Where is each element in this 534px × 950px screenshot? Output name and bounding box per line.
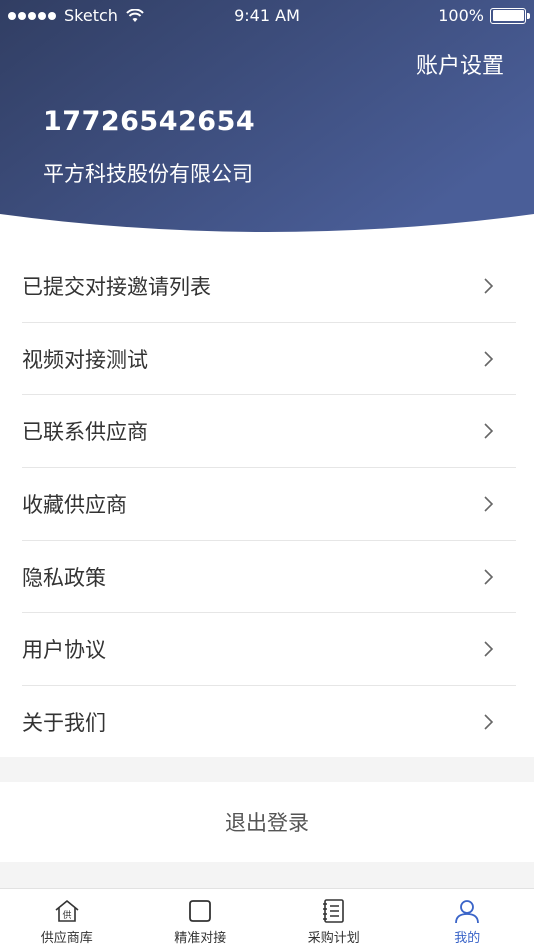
- menu-item-privacy-policy[interactable]: 隐私政策: [22, 541, 516, 614]
- status-bar: Sketch 9:41 AM 100%: [0, 0, 534, 32]
- tab-label: 供应商库: [40, 931, 93, 946]
- chevron-right-icon: [484, 423, 494, 439]
- section-gap: [0, 862, 534, 888]
- tab-mine[interactable]: 我的: [401, 889, 534, 950]
- menu-item-label: 视频对接测试: [22, 347, 148, 372]
- menu-item-label: 收藏供应商: [22, 492, 127, 517]
- settings-menu: 已提交对接邀请列表 视频对接测试 已联系供应商 收藏供应商 隐私政策 用户协议 …: [0, 250, 534, 759]
- battery-icon: [490, 7, 530, 24]
- plan-list-icon: [322, 899, 344, 923]
- tab-label: 精准对接: [174, 931, 227, 946]
- tab-label: 采购计划: [307, 931, 360, 946]
- menu-item-label: 用户协议: [22, 638, 106, 663]
- profile-header: Sketch 9:41 AM 100% 账户设置 17726542654 平方科…: [0, 0, 534, 240]
- logout-button[interactable]: 退出登录: [0, 782, 534, 862]
- user-company: 平方科技股份有限公司: [43, 162, 253, 186]
- match-frame-icon: [189, 900, 212, 922]
- menu-item-label: 隐私政策: [22, 565, 106, 590]
- chevron-right-icon: [484, 278, 494, 294]
- menu-item-user-agreement[interactable]: 用户协议: [22, 613, 516, 687]
- tab-supplier-library[interactable]: 供 供应商库: [0, 889, 134, 950]
- chevron-right-icon: [484, 641, 494, 657]
- menu-item-label: 已提交对接邀请列表: [22, 274, 211, 299]
- menu-item-submitted-invitations[interactable]: 已提交对接邀请列表: [22, 250, 516, 323]
- user-icon: [455, 900, 480, 924]
- menu-item-video-test[interactable]: 视频对接测试: [22, 323, 516, 396]
- tab-purchase-plan[interactable]: 采购计划: [267, 889, 401, 950]
- chevron-right-icon: [484, 496, 494, 512]
- supplier-house-icon: 供: [55, 900, 79, 922]
- menu-item-label: 已联系供应商: [22, 420, 148, 445]
- supplier-glyph: 供: [62, 909, 71, 921]
- chevron-right-icon: [484, 569, 494, 585]
- menu-item-contacted-suppliers[interactable]: 已联系供应商: [22, 395, 516, 469]
- user-phone: 17726542654: [43, 106, 256, 137]
- battery-percent: 100%: [438, 6, 484, 25]
- menu-item-favorite-suppliers[interactable]: 收藏供应商: [22, 468, 516, 541]
- account-settings-link[interactable]: 账户设置: [416, 48, 504, 80]
- menu-item-about-us[interactable]: 关于我们: [22, 686, 516, 759]
- tab-precise-matching[interactable]: 精准对接: [134, 889, 268, 950]
- chevron-right-icon: [484, 350, 494, 367]
- status-right: 100%: [438, 6, 530, 25]
- section-gap: [0, 757, 534, 782]
- tab-label: 我的: [454, 931, 481, 946]
- tab-bar: 供 供应商库 精准对接 采购计划 我的: [0, 888, 534, 950]
- logout-label: 退出登录: [225, 811, 309, 835]
- chevron-right-icon: [484, 714, 494, 731]
- menu-item-label: 关于我们: [22, 711, 106, 736]
